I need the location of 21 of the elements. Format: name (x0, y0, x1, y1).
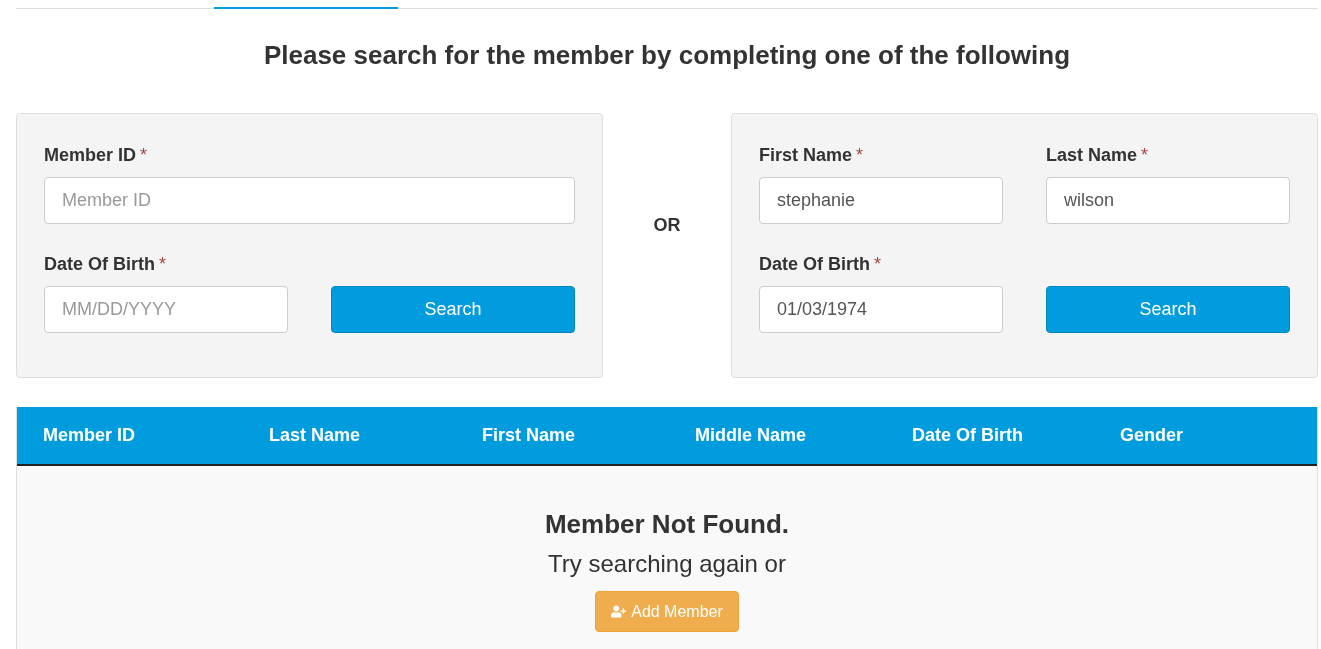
page-heading: Please search for the member by completing one of the following (262, 39, 1072, 71)
field-label: Last Name * (1046, 145, 1150, 165)
column-header: Member ID (43, 425, 137, 446)
column-header: First Name (482, 425, 577, 446)
empty-title: Member Not Found. (544, 508, 790, 540)
input-field[interactable]: Member ID (44, 177, 575, 224)
column-header: Gender (1120, 425, 1185, 446)
column-header: Last Name (269, 425, 362, 446)
or-separator: OR (653, 215, 681, 236)
field-label: Member ID * (44, 145, 149, 165)
field-label: Date Of Birth * (759, 254, 883, 274)
column-header: Middle Name (695, 425, 808, 446)
input-field[interactable]: wilson (1046, 177, 1290, 224)
empty-message: Try searching again or (548, 549, 786, 579)
field-label: Date Of Birth * (44, 254, 168, 274)
input-field[interactable]: MM/DD/YYYY (44, 286, 288, 333)
column-header: Date Of Birth (912, 425, 1024, 446)
input-field[interactable]: 01/03/1974 (759, 286, 1003, 333)
field-label: First Name * (759, 145, 865, 165)
add-user-icon (611, 604, 627, 619)
input-field[interactable]: stephanie (759, 177, 1003, 224)
